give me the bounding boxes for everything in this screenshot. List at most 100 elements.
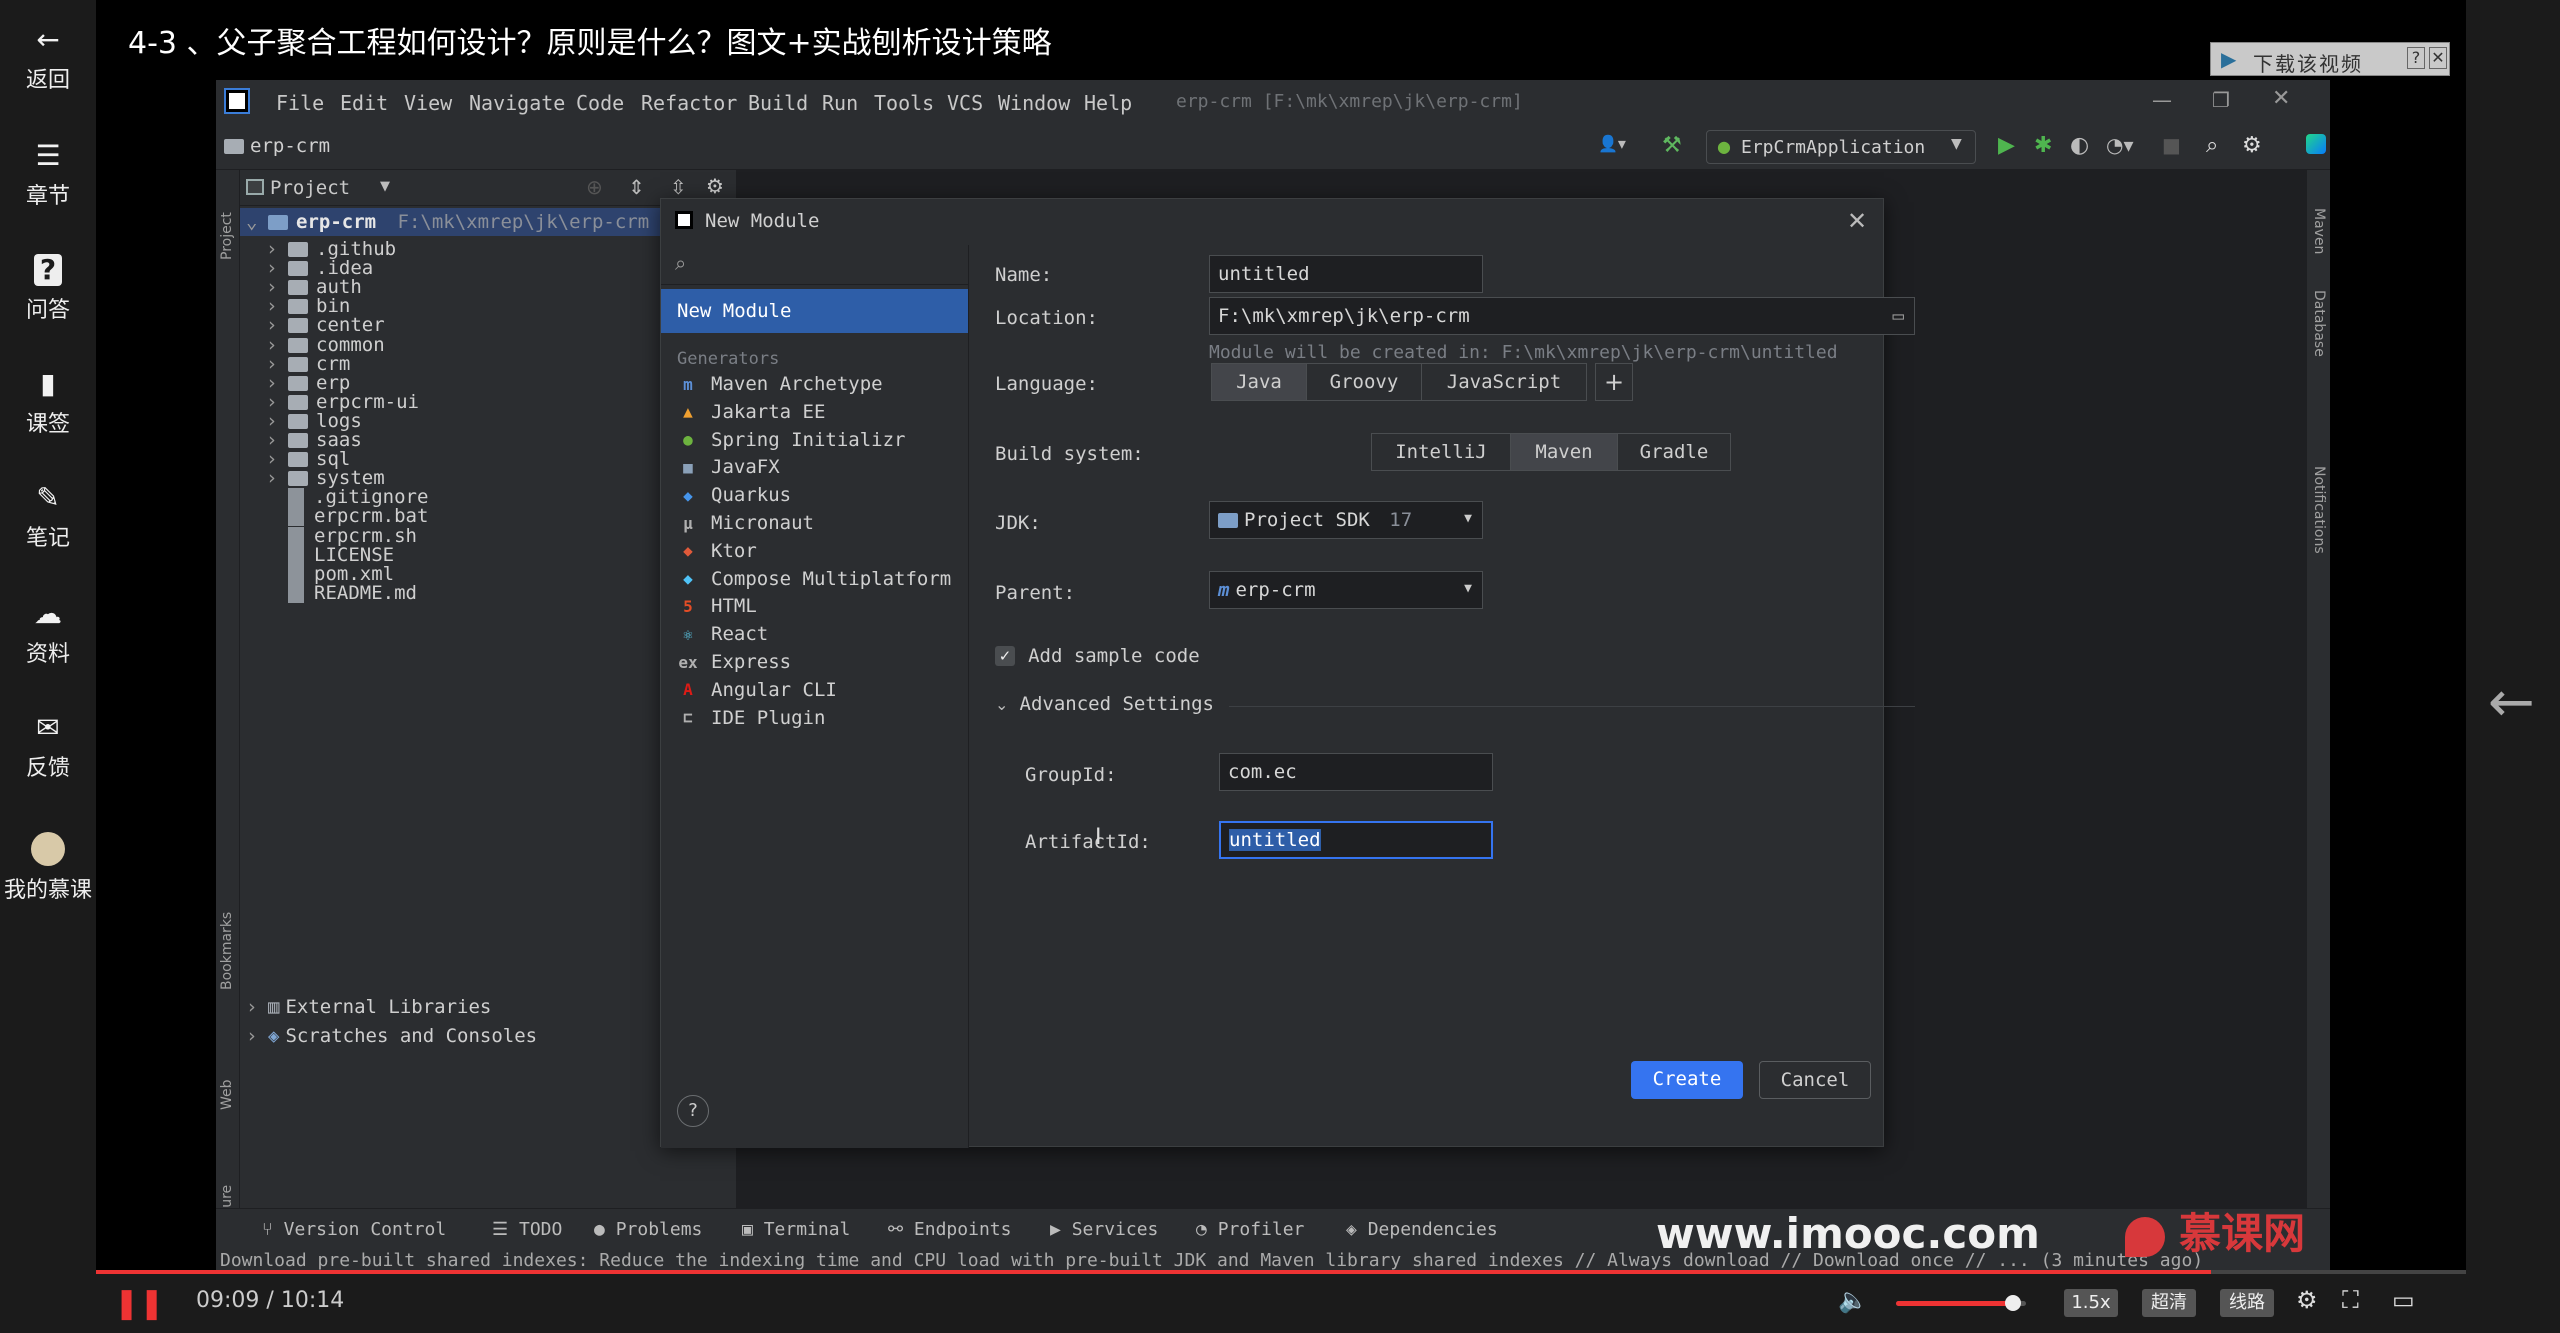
my-imooc-button[interactable]: 我的慕课 xyxy=(0,832,96,904)
feedback-button[interactable]: ✉ 反馈 xyxy=(0,712,96,782)
volume-icon[interactable]: 🔈 xyxy=(1838,1286,1868,1314)
name-input[interactable]: untitled xyxy=(1209,255,1483,293)
version-control-tab[interactable]: ⑂ Version Control xyxy=(262,1219,446,1240)
profiler-tab[interactable]: ◔ Profiler xyxy=(1196,1219,1304,1240)
menu-tools[interactable]: Tools xyxy=(874,91,934,115)
groupid-input[interactable]: com.ec xyxy=(1219,753,1493,791)
menu-view[interactable]: View xyxy=(404,91,452,115)
generator-item[interactable]: ▲ Jakarta EE xyxy=(677,401,825,423)
advanced-settings-toggle[interactable]: ⌄ Advanced Settings xyxy=(995,693,1214,715)
dependencies-tab[interactable]: ◈ Dependencies xyxy=(1346,1219,1498,1240)
endpoints-tab[interactable]: ⚯ Endpoints xyxy=(888,1219,1011,1240)
arrow-left-icon[interactable]: ← xyxy=(2488,670,2535,735)
services-tab[interactable]: ▶ Services xyxy=(1050,1219,1158,1240)
generator-item[interactable]: ex Express xyxy=(677,651,791,673)
generator-search-input[interactable]: ⌕ xyxy=(661,245,968,285)
language-javascript[interactable]: JavaScript xyxy=(1421,363,1587,401)
folder-browse-icon[interactable]: ▭ xyxy=(1893,305,1904,327)
run-config-select[interactable]: ● ErpCrmApplication ▼ xyxy=(1706,130,1976,164)
jdk-select[interactable]: Project SDK 17 ▼ xyxy=(1209,501,1483,539)
project-view-select[interactable]: Project xyxy=(270,177,350,199)
pause-icon[interactable]: ❚❚ xyxy=(114,1286,164,1321)
minimize-icon[interactable]: — xyxy=(2152,88,2172,112)
generator-item[interactable]: ◆ Ktor xyxy=(677,540,757,562)
back-button[interactable]: ← 返回 xyxy=(0,24,96,94)
stop-icon[interactable]: ■ xyxy=(2162,133,2181,157)
menu-vcs[interactable]: VCS xyxy=(947,91,983,115)
profile-icon[interactable]: ◔▾ xyxy=(2106,133,2134,157)
terminal-tab[interactable]: ▣ Terminal xyxy=(742,1219,850,1240)
generator-item[interactable]: m Maven Archetype xyxy=(677,373,882,395)
speed-button[interactable]: 1.5x xyxy=(2064,1289,2118,1317)
help-icon[interactable]: ? xyxy=(2407,47,2425,69)
help-button[interactable]: ? xyxy=(677,1095,709,1127)
create-button[interactable]: Create xyxy=(1631,1061,1743,1099)
generator-item[interactable]: ⊏ IDE Plugin xyxy=(677,707,825,729)
bookmarks-tool-tab[interactable]: Bookmarks xyxy=(219,912,235,990)
close-icon[interactable]: ✕ xyxy=(2272,86,2290,111)
external-libraries[interactable]: › ▥ External Libraries xyxy=(246,996,491,1018)
search-icon[interactable]: ⌕ xyxy=(2206,133,2218,158)
build-gradle[interactable]: Gradle xyxy=(1617,433,1731,471)
qa-button[interactable]: ? 问答 xyxy=(0,254,96,324)
new-module-item[interactable]: New Module xyxy=(661,289,968,333)
cancel-button[interactable]: Cancel xyxy=(1759,1061,1871,1099)
locate-icon[interactable]: ⊕ xyxy=(586,175,603,199)
run-icon[interactable]: ▶ xyxy=(1998,133,2015,158)
user-icon[interactable]: 👤▾ xyxy=(1598,134,1626,153)
tree-item[interactable]: README.md xyxy=(266,582,417,604)
menu-edit[interactable]: Edit xyxy=(340,91,388,115)
menu-navigate[interactable]: Navigate xyxy=(469,91,565,115)
add-language-button[interactable]: + xyxy=(1595,363,1633,401)
menu-build[interactable]: Build xyxy=(748,91,808,115)
chevron-down-icon[interactable]: ▼ xyxy=(380,179,390,194)
menu-run[interactable]: Run xyxy=(822,91,858,115)
menu-code[interactable]: Code xyxy=(576,91,624,115)
quality-button[interactable]: 超清 xyxy=(2142,1289,2196,1317)
volume-slider[interactable] xyxy=(1896,1295,2026,1311)
generator-item[interactable]: ◆ Quarkus xyxy=(677,484,791,506)
bookmark-button[interactable]: ▮ 课签 xyxy=(0,368,96,438)
download-video-button[interactable]: ▶ 下载该视频 ? ✕ xyxy=(2210,42,2450,76)
parent-select[interactable]: m erp-crm ▼ xyxy=(1209,571,1483,609)
language-java[interactable]: Java xyxy=(1211,363,1307,401)
debug-icon[interactable]: ✱ xyxy=(2034,133,2052,158)
fullscreen-icon[interactable]: ⛶ xyxy=(2342,1286,2359,1314)
generator-item[interactable]: 5 HTML xyxy=(677,595,757,617)
gear-icon[interactable]: ⚙ xyxy=(2242,133,2262,158)
menu-file[interactable]: File xyxy=(276,91,324,115)
notifications-tool-tab[interactable]: Notifications xyxy=(2311,466,2327,554)
scratches-and-consoles[interactable]: › ◈ Scratches and Consoles xyxy=(246,1025,537,1047)
pip-icon[interactable]: ▭ xyxy=(2392,1286,2415,1314)
collapse-all-icon[interactable]: ⇳ xyxy=(670,175,687,199)
line-button[interactable]: 线路 xyxy=(2220,1289,2274,1317)
maven-tool-tab[interactable]: Maven xyxy=(2311,208,2327,254)
generator-item[interactable]: ⚛ React xyxy=(677,623,768,645)
language-groovy[interactable]: Groovy xyxy=(1306,363,1422,401)
hammer-icon[interactable]: ⚒ xyxy=(1662,133,1682,158)
expand-all-icon[interactable]: ⇕ xyxy=(628,175,645,199)
build-intellij[interactable]: IntelliJ xyxy=(1371,433,1511,471)
menu-window[interactable]: Window xyxy=(998,91,1070,115)
breadcrumb[interactable]: erp-crm xyxy=(250,135,330,157)
web-tool-tab[interactable]: Web xyxy=(219,1079,235,1110)
gear-icon[interactable]: ⚙ xyxy=(2296,1286,2318,1314)
close-icon[interactable]: ✕ xyxy=(2429,47,2447,69)
volume-knob[interactable] xyxy=(2005,1295,2021,1311)
materials-button[interactable]: ☁ 资料 xyxy=(0,598,96,668)
maximize-icon[interactable]: ❐ xyxy=(2212,88,2230,112)
toolbox-icon[interactable] xyxy=(2306,134,2326,154)
project-tool-tab[interactable]: Project xyxy=(219,212,235,260)
generator-item[interactable]: μ Micronaut xyxy=(677,512,814,534)
build-maven[interactable]: Maven xyxy=(1510,433,1618,471)
generator-item[interactable]: A Angular CLI xyxy=(677,679,837,701)
generator-item[interactable]: ◆ Compose Multiplatform xyxy=(677,568,951,590)
sample-code-checkbox[interactable]: ✓ Add sample code xyxy=(995,645,1200,667)
chapters-button[interactable]: ☰ 章节 xyxy=(0,140,96,210)
database-tool-tab[interactable]: Database xyxy=(2311,290,2327,357)
problems-tab[interactable]: ● Problems xyxy=(594,1219,702,1240)
notes-button[interactable]: ✎ 笔记 xyxy=(0,482,96,552)
gear-icon[interactable]: ⚙ xyxy=(706,174,724,198)
location-input[interactable]: F:\mk\xmrep\jk\erp-crm ▭ xyxy=(1209,297,1915,335)
generator-item[interactable]: ● Spring Initializr xyxy=(677,429,905,451)
